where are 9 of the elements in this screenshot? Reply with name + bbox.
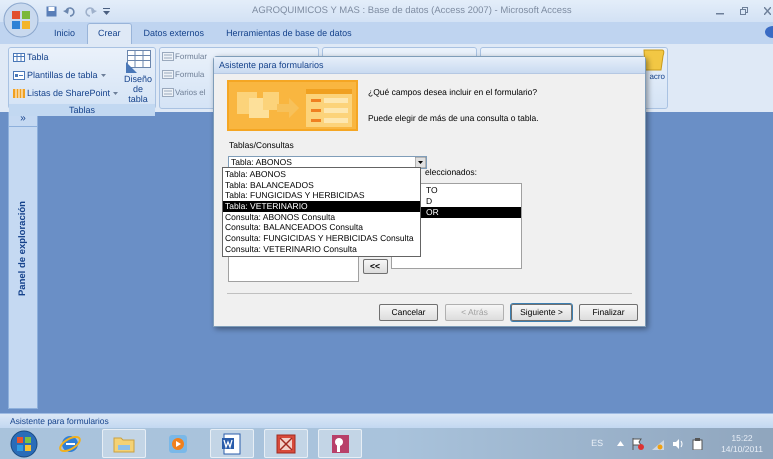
group-label: Tablas (9, 104, 155, 116)
window-title: AGROQUIMICOS Y MAS : Base de datos (Access 2007) - Microsoft Access (252, 4, 572, 18)
field-label: eleccionados: (424, 166, 478, 179)
status-bar: Asistente para formularios (0, 413, 773, 428)
field-label: Tablas/Consultas (229, 139, 295, 152)
question-text: ¿Qué campos desea incluir en el formulario? (368, 86, 538, 99)
dialog-title: Asistente para formularios (214, 57, 645, 74)
hint-text: Puede elegir de más de una consulta o tabla. (368, 112, 539, 124)
pane-title: Panel de exploración (16, 201, 29, 296)
